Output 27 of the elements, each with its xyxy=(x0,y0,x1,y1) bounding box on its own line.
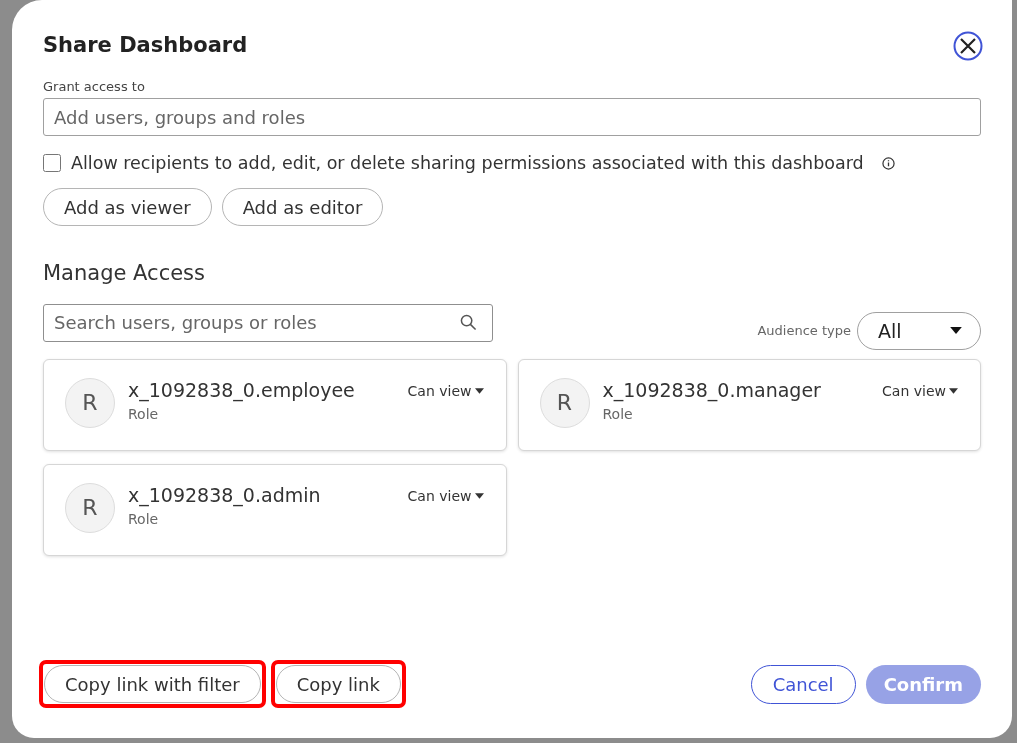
permission-checkbox[interactable] xyxy=(43,154,61,173)
member-type: Role xyxy=(128,404,160,424)
access-dropdown[interactable]: Can view xyxy=(407,485,484,507)
member-name: x_1092838_0.admin xyxy=(128,482,322,507)
member-name: x_1092838_0.manager xyxy=(602,377,822,402)
member-type: Role xyxy=(602,404,634,424)
avatar-initial: R xyxy=(65,377,115,428)
avatar-initial: R xyxy=(65,482,115,533)
field-label: Grant access to xyxy=(43,77,146,96)
grant-access-field[interactable]: Add users, groups and roles xyxy=(43,98,981,136)
close-icon[interactable] xyxy=(953,30,983,61)
search-field[interactable]: Search users, groups or roles xyxy=(43,303,493,342)
member-type: Role xyxy=(128,509,160,529)
info-icon[interactable] xyxy=(881,156,895,170)
audience-label: Audience type xyxy=(757,322,851,340)
avatar-initial: R xyxy=(539,377,590,428)
section-title: Manage Access xyxy=(43,260,206,288)
caret-icon xyxy=(950,327,962,335)
member-name: x_1092838_0.employee xyxy=(128,377,356,402)
caret-icon xyxy=(949,388,958,395)
access-dropdown[interactable]: Can view xyxy=(407,380,484,402)
search-icon xyxy=(460,313,477,331)
caret-icon xyxy=(474,388,484,395)
caret-icon xyxy=(474,493,484,500)
permission-label: Allow recipients to add, edit, or delete sharing permissions associated with this dashboard xyxy=(71,152,864,175)
access-dropdown[interactable]: Can view xyxy=(882,380,958,402)
dialog-title: Share Dashboard xyxy=(43,32,248,59)
